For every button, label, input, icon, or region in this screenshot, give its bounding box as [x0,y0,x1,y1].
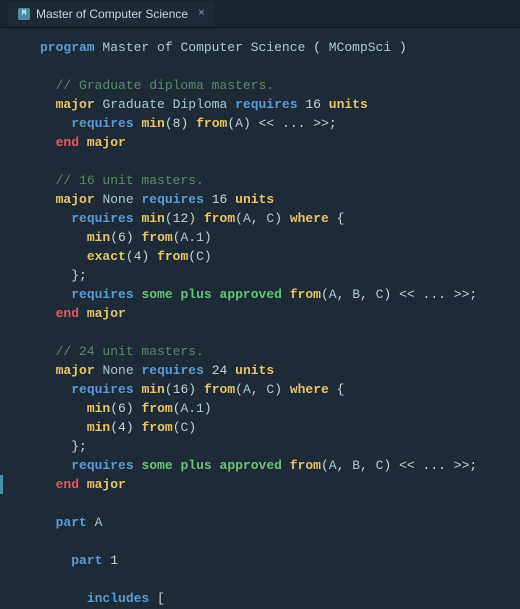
code-line: requires min(8) from(A) << ... >>; [40,114,520,133]
code-line: min(4) from(C) [40,418,520,437]
code-editor: program Master of Computer Science ( MCo… [0,28,520,609]
code-line: }; [40,437,520,456]
tab-icon: M [18,8,30,20]
tab[interactable]: M Master of Computer Science × [8,2,215,26]
title-bar: M Master of Computer Science × [0,0,520,28]
code-line: min(6) from(A.1) [40,228,520,247]
code-line: // 24 unit masters. [40,342,520,361]
tab-close-icon[interactable]: × [198,8,205,20]
code-line: }; [40,266,520,285]
code-line [40,57,520,76]
code-line: major None requires 16 units [40,190,520,209]
code-line: end major [40,475,520,494]
code-line [40,494,520,513]
code-line [40,532,520,551]
code-line: part A [40,513,520,532]
code-line: end major [40,133,520,152]
code-line: requires min(12) from(A, C) where { [40,209,520,228]
code-line: exact(4) from(C) [40,247,520,266]
code-line: requires min(16) from(A, C) where { [40,380,520,399]
code-line [40,323,520,342]
code-line: end major [40,304,520,323]
code-line: major None requires 24 units [40,361,520,380]
code-line [40,152,520,171]
code-line: major Graduate Diploma requires 16 units [40,95,520,114]
code-line: // 16 unit masters. [40,171,520,190]
code-line: // Graduate diploma masters. [40,76,520,95]
code-line: requires some plus approved from(A, B, C… [40,285,520,304]
code-line [40,570,520,589]
code-line: includes [ [40,589,520,608]
code-line: part 1 [40,551,520,570]
code-line: min(6) from(A.1) [40,399,520,418]
code-line: requires some plus approved from(A, B, C… [40,456,520,475]
tab-title: Master of Computer Science [36,7,188,21]
code-line: program Master of Computer Science ( MCo… [40,38,520,57]
